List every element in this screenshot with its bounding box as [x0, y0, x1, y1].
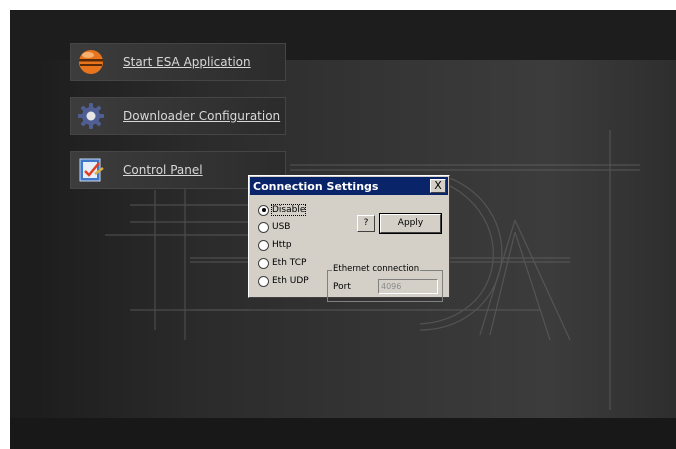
- radio-usb-label: USB: [272, 222, 291, 232]
- radio-disable-indicator[interactable]: [258, 204, 269, 216]
- radio-disable-label: Disable: [270, 204, 307, 216]
- radio-eth-udp-label: Eth UDP: [272, 276, 309, 286]
- radio-eth-udp-indicator[interactable]: [258, 275, 269, 287]
- radio-disable[interactable]: Disable: [258, 203, 307, 217]
- radio-usb[interactable]: USB: [258, 220, 290, 234]
- ethernet-connection-group: Ethernet connection Port 4096: [327, 264, 443, 302]
- dialog-titlebar[interactable]: Connection Settings X: [250, 177, 448, 195]
- close-icon: X: [434, 179, 442, 192]
- port-input[interactable]: 4096: [378, 279, 438, 294]
- help-button[interactable]: ?: [357, 215, 375, 232]
- connection-settings-dialog: Connection Settings X Disable USB Http E…: [248, 175, 450, 302]
- start-esa-application-button[interactable]: Start ESA Application: [70, 43, 286, 81]
- radio-usb-indicator[interactable]: [258, 221, 269, 233]
- radio-http-indicator[interactable]: [258, 239, 269, 251]
- port-label: Port: [333, 282, 351, 292]
- radio-http-label: Http: [272, 240, 292, 250]
- ethernet-connection-legend: Ethernet connection: [332, 264, 421, 274]
- esa-app-icon: [79, 50, 103, 74]
- radio-eth-tcp-indicator[interactable]: [258, 257, 269, 269]
- apply-button[interactable]: Apply: [379, 213, 442, 234]
- dialog-title: Connection Settings: [253, 179, 379, 193]
- start-esa-application-label: Start ESA Application: [123, 55, 251, 69]
- close-button[interactable]: X: [430, 179, 446, 193]
- radio-eth-udp[interactable]: Eth UDP: [258, 274, 309, 288]
- radio-http[interactable]: Http: [258, 238, 292, 252]
- radio-eth-tcp-label: Eth TCP: [272, 258, 307, 268]
- control-panel-label: Control Panel: [123, 163, 203, 177]
- radio-eth-tcp[interactable]: Eth TCP: [258, 256, 306, 270]
- downloader-configuration-label: Downloader Configuration: [123, 109, 281, 123]
- control-panel-icon: [79, 158, 104, 182]
- gear-icon: [78, 103, 104, 129]
- desktop: Start ESA Application Downloader Configu…: [10, 10, 676, 449]
- downloader-configuration-button[interactable]: Downloader Configuration: [70, 97, 286, 135]
